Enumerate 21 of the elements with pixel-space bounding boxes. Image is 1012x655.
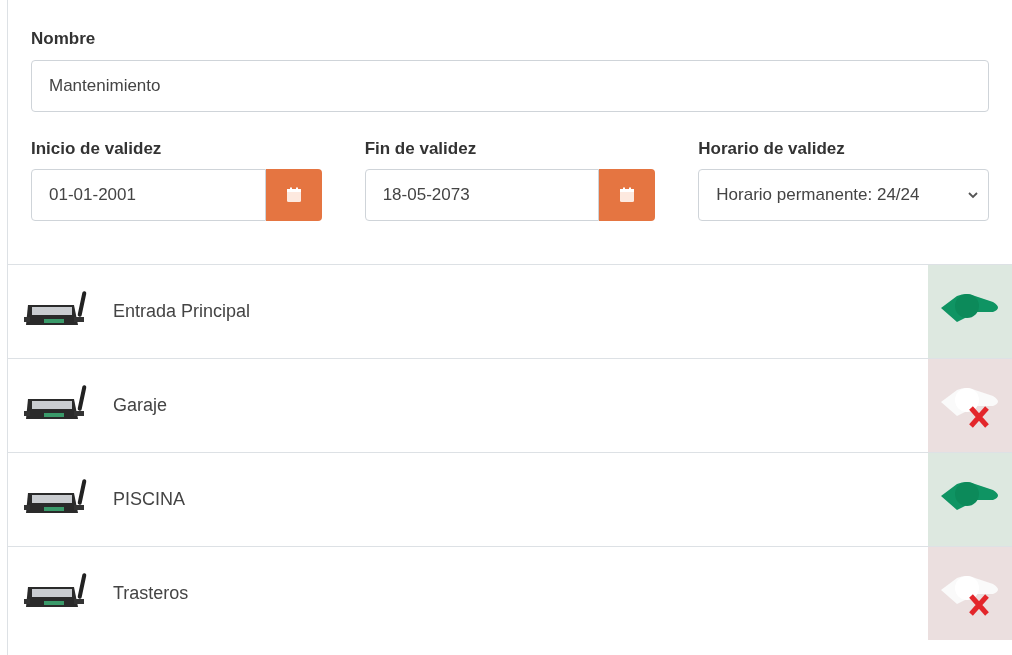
- field-label: Horario de validez: [698, 137, 846, 160]
- date-input-field[interactable]: 18-05-2073: [364, 169, 600, 221]
- name-input-field[interactable]: Mantenimiento: [31, 59, 989, 112]
- access-granted-cell[interactable]: [928, 453, 1012, 546]
- calendar-button[interactable]: [599, 169, 656, 221]
- door-name: PISCINA: [113, 488, 186, 511]
- chevron-down-icon: [968, 191, 978, 199]
- field-label: Nombre: [31, 28, 97, 50]
- access-granted-cell[interactable]: [928, 265, 1012, 358]
- calendar-button[interactable]: [265, 169, 322, 221]
- calendar-icon: [285, 187, 302, 203]
- calendar-icon: [619, 187, 636, 203]
- door-name: Trasteros: [113, 582, 189, 605]
- schedule-dropdown[interactable]: Horario permanente: 24/24: [698, 169, 989, 221]
- date-input-field[interactable]: 01-01-2001: [31, 169, 266, 221]
- access-denied-cell[interactable]: [928, 547, 1012, 640]
- door-name: Garaje: [113, 394, 168, 417]
- field-label: Inicio de validez: [31, 137, 163, 160]
- door-name: Entrada Principal: [113, 300, 251, 323]
- field-label: Fin de validez: [364, 137, 478, 160]
- access-denied-cell[interactable]: [928, 359, 1012, 452]
